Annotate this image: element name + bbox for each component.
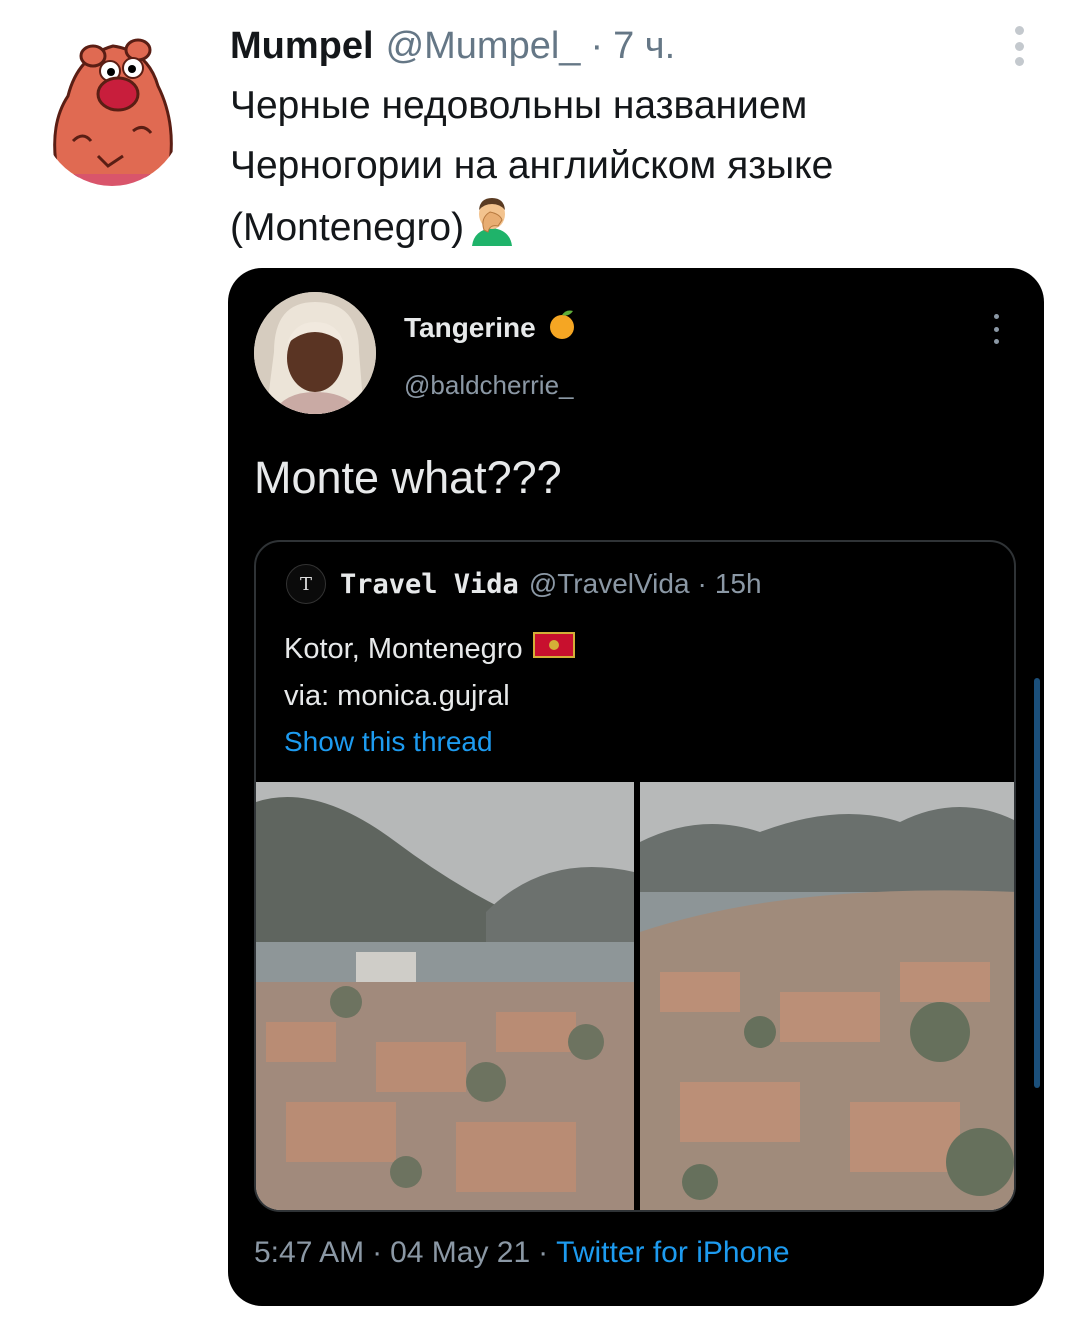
embedded-author-name-row: Tangerine <box>404 308 578 347</box>
tweet-text: Черные недовольны названием Черногории н… <box>230 76 1030 264</box>
separator-dot: · <box>372 1236 383 1269</box>
quoted-text-line: Kotor, Montenegro <box>284 632 575 666</box>
quoted-author-handle[interactable]: @TravelVida <box>529 568 690 600</box>
embedded-tweet-text: Monte what??? <box>254 452 562 503</box>
tweet-text-line: Черногории на английском языке <box>230 144 834 187</box>
montenegro-flag-icon <box>532 632 575 666</box>
tweet-timestamp[interactable]: 7 ч. <box>613 24 675 68</box>
separator-dot: · <box>590 25 604 67</box>
quoted-author-name[interactable]: Travel Vida <box>340 569 519 600</box>
facepalm-emoji-icon <box>470 196 514 264</box>
more-options-icon[interactable] <box>1004 26 1034 66</box>
author-avatar[interactable] <box>38 26 186 186</box>
show-thread-link[interactable]: Show this thread <box>284 726 493 758</box>
kotor-photo-left[interactable] <box>256 782 634 1210</box>
embedded-tweet-footer: 5:47 AM · 04 May 21 · Twitter for iPhone <box>254 1236 790 1270</box>
embedded-more-options-icon[interactable] <box>992 314 1000 344</box>
quoted-tweet[interactable]: T Travel Vida @TravelVida · 15h Kotor, M… <box>254 540 1016 1212</box>
quoted-location: Kotor, Montenegro <box>284 632 523 665</box>
quoted-credit: via: monica.gujral <box>284 680 510 712</box>
quoted-timestamp: 15h <box>714 568 762 599</box>
author-handle[interactable]: @Mumpel_ <box>386 24 581 68</box>
embedded-author-name[interactable]: Tangerine <box>404 312 536 344</box>
author-name[interactable]: Mumpel <box>230 24 374 68</box>
embedded-author-avatar <box>254 292 376 414</box>
embedded-author-handle[interactable]: @baldcherrie_ <box>404 370 573 401</box>
footer-source-link[interactable]: Twitter for iPhone <box>556 1236 789 1269</box>
footer-time: 5:47 AM <box>254 1236 365 1269</box>
quoted-author-avatar: T <box>286 564 326 604</box>
scrollbar[interactable] <box>1034 678 1040 1088</box>
quoted-tweet-header: T Travel Vida @TravelVida · 15h <box>286 564 762 604</box>
tweet-text-line: Черные недовольны названием <box>230 84 808 127</box>
kotor-photo-right[interactable] <box>640 782 1014 1210</box>
tangerine-emoji-icon <box>546 308 578 347</box>
tweet-text-line: (Montenegro) <box>230 206 465 249</box>
tweet-header: Mumpel @Mumpel_ · 7 ч. <box>230 24 675 68</box>
separator-dot: · <box>538 1236 549 1269</box>
footer-date: 04 May 21 <box>390 1236 531 1269</box>
separator-dot: · <box>697 568 707 599</box>
embedded-screenshot[interactable]: Tangerine @baldcherrie_ Monte what??? T … <box>228 268 1044 1306</box>
